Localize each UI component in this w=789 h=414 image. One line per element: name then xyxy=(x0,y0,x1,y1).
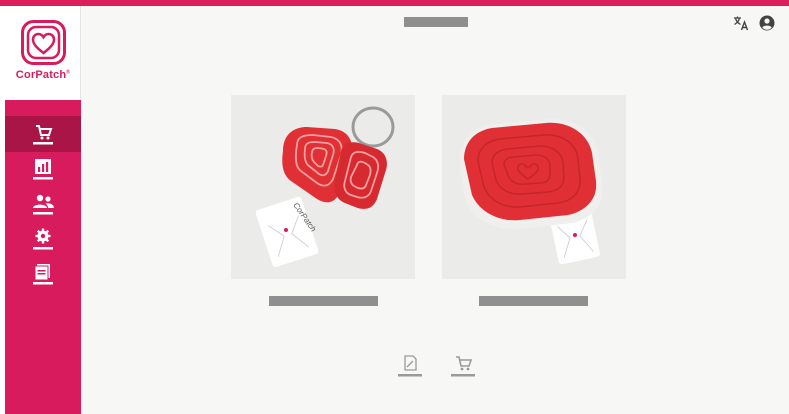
sidebar-item-documents[interactable] xyxy=(5,256,81,292)
account-icon[interactable] xyxy=(759,15,775,31)
brand-name: CorPatch® xyxy=(15,69,71,81)
users-icon xyxy=(33,194,54,215)
product-card-keychain[interactable]: CorPatch xyxy=(231,95,415,279)
cart-icon xyxy=(33,125,53,145)
brand-logo[interactable]: CorPatch® xyxy=(5,6,81,100)
heart-logo-icon xyxy=(21,20,66,65)
document-icon xyxy=(33,264,53,285)
page-title-placeholder xyxy=(404,17,468,27)
sidebar-item-shop[interactable] xyxy=(5,116,81,152)
main-content: CorPatch xyxy=(81,6,789,414)
cart-icon xyxy=(451,356,475,377)
corpatch-keychain-product-image: CorPatch xyxy=(255,106,395,268)
edit-document-icon xyxy=(398,355,422,377)
chart-icon xyxy=(33,159,53,180)
sidebar: CorPatch® xyxy=(5,6,81,414)
product-name-placeholder xyxy=(479,296,588,306)
edit-document-button[interactable] xyxy=(397,354,423,378)
cart-button[interactable] xyxy=(450,354,476,378)
corpatch-device-product-image xyxy=(459,118,603,265)
settings-icon xyxy=(33,228,53,250)
sidebar-item-statistics[interactable] xyxy=(5,151,81,187)
sidebar-item-users[interactable] xyxy=(5,186,81,222)
translate-icon[interactable] xyxy=(733,15,749,31)
product-card-device[interactable] xyxy=(442,95,626,279)
product-name-placeholder xyxy=(269,296,378,306)
sidebar-item-settings[interactable] xyxy=(5,221,81,257)
